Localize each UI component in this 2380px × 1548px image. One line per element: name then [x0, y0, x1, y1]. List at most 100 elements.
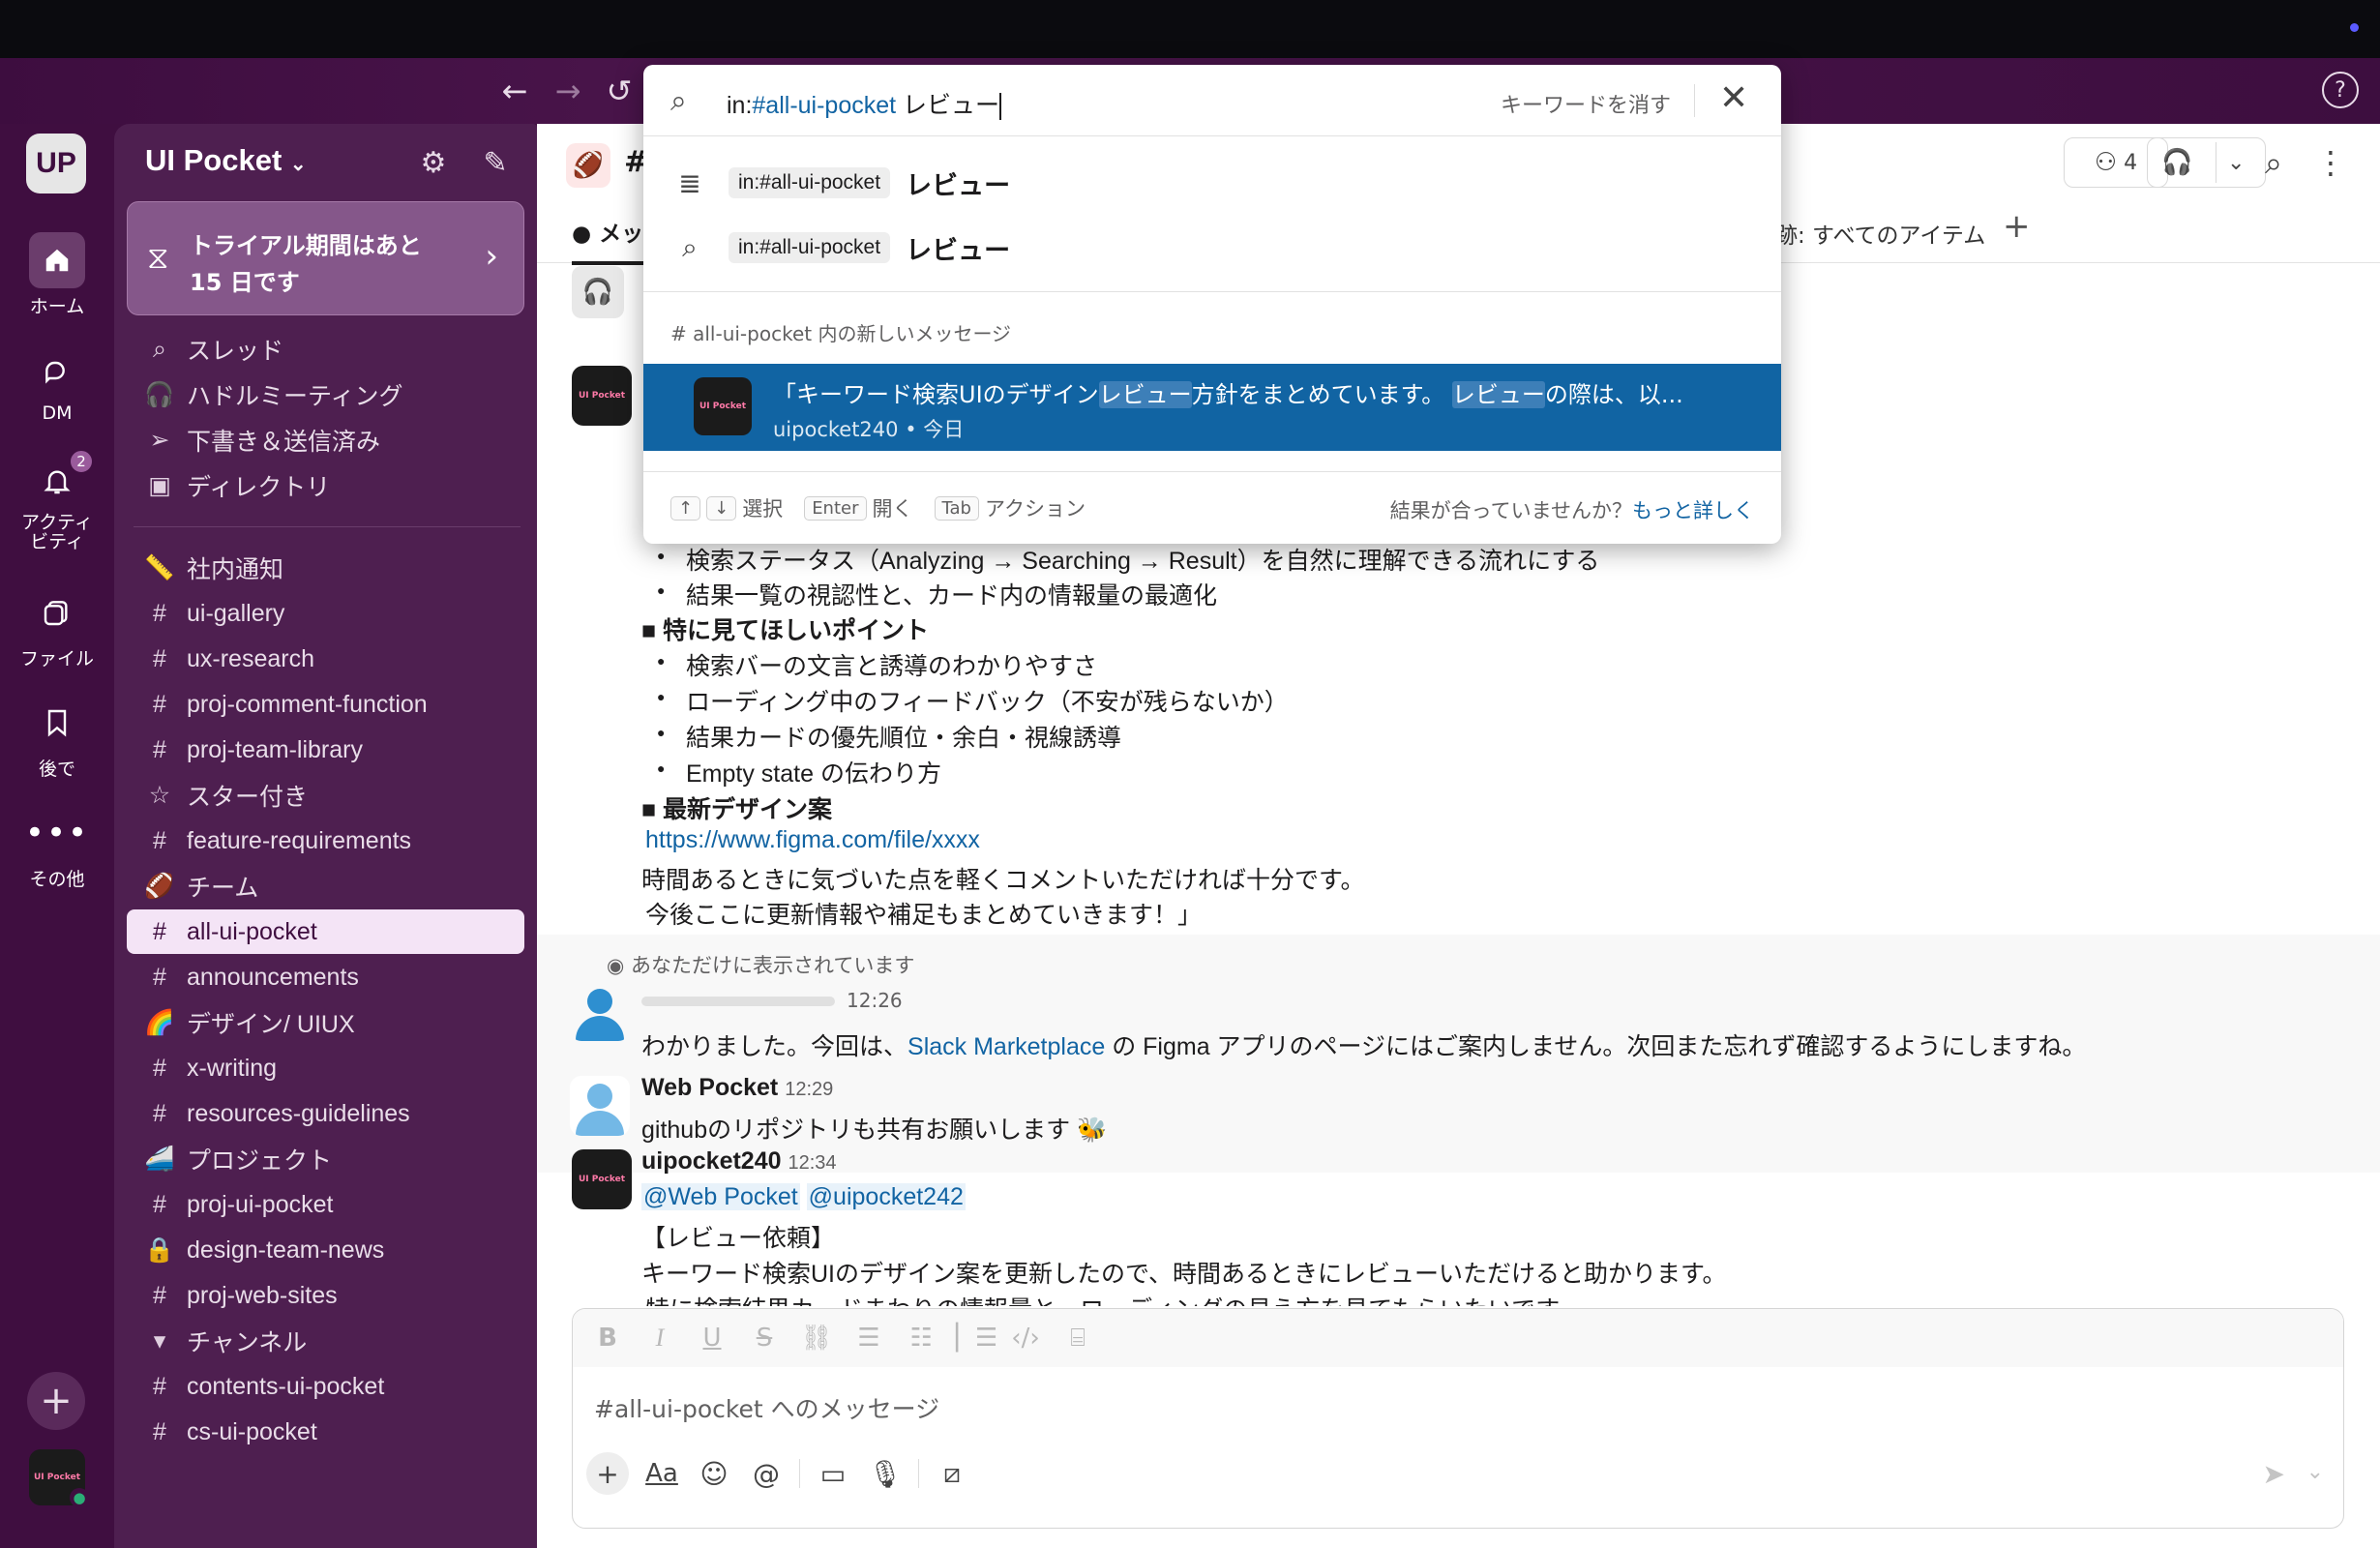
message-time[interactable]: 12:29 [785, 1079, 833, 1100]
tab-messages[interactable]: ● メッ [572, 215, 648, 265]
mention-icon[interactable]: @ [747, 1452, 786, 1495]
microphone-icon[interactable]: 🎙 [866, 1452, 905, 1495]
sidebar-channel[interactable]: # announcements [127, 955, 524, 999]
sidebar-section[interactable]: 🏈 チーム [127, 864, 524, 908]
shortcuts-icon[interactable]: ⧄ [933, 1452, 971, 1495]
sidebar-channel[interactable]: # x-writing [127, 1046, 524, 1090]
add-tab-button[interactable]: + [2003, 207, 2031, 246]
sidebar-item-label: 社内通知 [187, 556, 284, 583]
search-icon: ⌕ [670, 84, 687, 118]
sidebar-section[interactable]: ▾ チャンネル [127, 1319, 524, 1363]
mention[interactable]: @uipocket242 [806, 1183, 966, 1210]
workspace-avatar[interactable]: UP [26, 134, 86, 194]
code-block-icon[interactable]: ⌸ [1060, 1324, 1095, 1354]
sidebar-channel[interactable]: # proj-comment-function [127, 682, 524, 727]
message-input[interactable]: #all-ui-pocket へのメッセージ [594, 1390, 939, 1425]
blockquote-icon[interactable]: ▏☰ [956, 1324, 997, 1353]
more-dots-icon: ••• [24, 814, 90, 852]
workspace-name[interactable]: UI Pocket ⌄ [145, 143, 307, 178]
code-icon[interactable]: ‹/› [1008, 1324, 1043, 1353]
sidebar-item-label: ux-research [187, 644, 314, 672]
hash-icon: # [153, 599, 166, 627]
italic-icon[interactable]: I [642, 1324, 677, 1353]
hash-icon: # [153, 1099, 166, 1127]
message-time[interactable]: 12:26 [847, 989, 903, 1012]
chat-icon: ● [572, 222, 592, 247]
strikethrough-icon[interactable]: S [747, 1324, 782, 1353]
history-icon[interactable]: ↺ [598, 70, 640, 112]
message-avatar[interactable]: UI Pocket [572, 366, 632, 426]
bold-icon[interactable]: B [590, 1324, 625, 1353]
search-suggestion[interactable]: ⌕ in:#all-ui-pocket レビュー [643, 216, 1781, 280]
rail-dm[interactable]: DM [0, 342, 114, 424]
section-icon: 📏 [144, 553, 175, 581]
message-text: 今後ここに更新情報や補足もまとめていきます！」 [645, 902, 1203, 929]
sidebar-item-label: proj-web-sites [187, 1281, 338, 1309]
sidebar-section[interactable]: 🌈 デザイン/ UIUX [127, 1000, 524, 1045]
web-pocket-avatar[interactable] [570, 1076, 630, 1136]
sidebar-channel[interactable]: # contents-ui-pocket [127, 1364, 524, 1409]
sidebar-channel[interactable]: # ui-gallery [127, 591, 524, 636]
link-icon[interactable]: ⛓ [799, 1324, 834, 1353]
ordered-list-icon[interactable]: ☰ [851, 1324, 886, 1353]
search-result[interactable]: UI Pocket 「キーワード検索UIのデザインレビュー方針をまとめています。… [643, 364, 1781, 451]
bot-avatar[interactable] [570, 981, 630, 1041]
sidebar-section[interactable]: ☆ スター付き [127, 773, 524, 818]
search-input[interactable]: in:#all-ui-pocket レビュー [727, 86, 1002, 121]
compose-icon[interactable]: ✎ [474, 141, 517, 184]
video-icon[interactable]: ▭ [814, 1452, 852, 1495]
settings-gear-icon[interactable]: ⚙ [412, 141, 455, 184]
sidebar-channel[interactable]: # resources-guidelines [127, 1091, 524, 1136]
sidebar-channel[interactable]: # proj-ui-pocket [127, 1182, 524, 1227]
chevron-down-icon: ⌄ [289, 154, 307, 175]
sidebar-channel[interactable]: # ux-research [127, 637, 524, 681]
learn-more-link[interactable]: もっと詳しく [1632, 499, 1754, 522]
rail-activity[interactable]: 2 アクティ ビティ [0, 449, 114, 551]
emoji-icon[interactable]: ☺ [695, 1452, 733, 1495]
message-avatar[interactable]: UI Pocket [572, 1149, 632, 1209]
trial-banner[interactable]: ⧖ トライアル期間はあと 15 日です › [127, 201, 524, 315]
search-suggestion[interactable]: ≣ in:#all-ui-pocket レビュー [643, 151, 1781, 215]
message-time[interactable]: 12:34 [788, 1152, 836, 1174]
sidebar-section[interactable]: 📏 社内通知 [127, 546, 524, 590]
underline-icon[interactable]: U [695, 1324, 729, 1353]
clear-keyword-button[interactable]: キーワードを消す [1501, 88, 1671, 119]
sidebar-channel[interactable]: # proj-team-library [127, 728, 524, 772]
sidebar-channel[interactable]: # cs-ui-pocket [127, 1410, 524, 1454]
sender-name[interactable]: uipocket240 12:34 [641, 1147, 837, 1176]
divider [1694, 84, 1695, 117]
marketplace-link[interactable]: Slack Marketplace [907, 1033, 1105, 1060]
sidebar-nav-item[interactable]: ⌕ スレッド [127, 327, 524, 372]
sidebar-nav-item[interactable]: 🎧 ハドルミーティング [127, 372, 524, 417]
rail-home[interactable]: ホーム [0, 232, 114, 318]
figma-link[interactable]: https://www.figma.com/file/xxxx [645, 826, 980, 854]
sidebar-nav-item[interactable]: ▣ ディレクトリ [127, 463, 524, 508]
sidebar-channel[interactable]: 🔒 design-team-news [127, 1228, 524, 1272]
rail-more[interactable]: ••• その他 [0, 805, 114, 891]
bullet-list-icon[interactable]: ☷ [904, 1324, 938, 1353]
kebab-menu-icon[interactable]: ⋮ [2306, 137, 2356, 188]
sidebar-item-label: チャンネル [187, 1329, 308, 1356]
forward-arrow-icon[interactable]: → [547, 70, 589, 112]
mention[interactable]: @Web Pocket [641, 1183, 800, 1210]
tab-bookmarks[interactable]: 跡: すべてのアイテム [1775, 217, 1985, 250]
rail-files[interactable]: ファイル [0, 584, 114, 670]
sidebar-nav-item[interactable]: ➢ 下書き＆送信済み [127, 418, 524, 462]
add-workspace-button[interactable]: + [27, 1372, 85, 1430]
sidebar-item-label: proj-ui-pocket [187, 1190, 334, 1218]
ephemeral-note: ◉ あなただけに表示されています [607, 954, 915, 977]
sidebar-channel[interactable]: # proj-web-sites [127, 1273, 524, 1318]
sidebar-channel[interactable]: # all-ui-pocket [127, 909, 524, 954]
close-icon[interactable]: ✕ [1719, 78, 1748, 118]
sender-name[interactable]: Web Pocket 12:29 [641, 1074, 833, 1102]
chevron-down-icon[interactable]: ⌄ [2306, 1460, 2324, 1484]
text-format-icon[interactable]: Aa [642, 1452, 681, 1495]
sidebar-channel[interactable]: # feature-requirements [127, 819, 524, 863]
sidebar-section[interactable]: 🚄 プロジェクト [127, 1137, 524, 1181]
search-icon[interactable]: ⌕ [2248, 137, 2299, 188]
rail-later[interactable]: 後で [0, 695, 114, 781]
back-arrow-icon[interactable]: ← [493, 70, 536, 112]
plus-icon[interactable]: + [586, 1452, 629, 1495]
send-icon[interactable]: ➤ [2263, 1458, 2285, 1490]
help-icon[interactable]: ? [2322, 72, 2359, 108]
